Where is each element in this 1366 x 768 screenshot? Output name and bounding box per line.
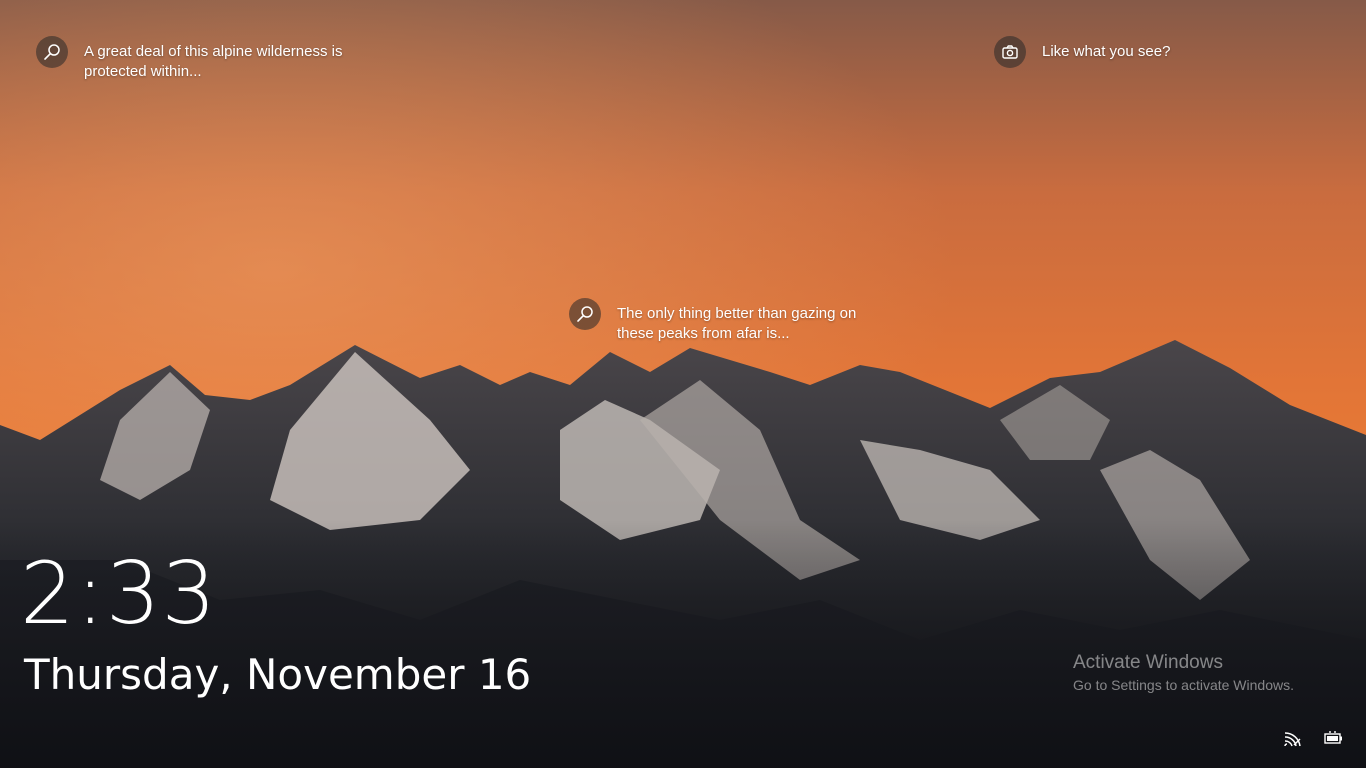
network-icon[interactable] <box>1282 728 1304 750</box>
watermark-title: Activate Windows <box>1073 652 1223 673</box>
search-icon <box>569 298 601 330</box>
hint-text: A great deal of this alpine wilderness i… <box>84 43 343 80</box>
activate-windows-watermark: Activate Windows Go to Settings to activ… <box>1073 651 1294 695</box>
hint-text: The only thing better than gazing on the… <box>617 305 857 342</box>
spotlight-hint-top-left[interactable]: A great deal of this alpine wilderness i… <box>36 36 374 82</box>
battery-icon[interactable] <box>1322 727 1344 749</box>
spotlight-like-prompt[interactable]: Like what you see? <box>994 36 1170 68</box>
lock-screen-date: Thursday, November 16 <box>24 650 532 699</box>
spotlight-hint-center[interactable]: The only thing better than gazing on the… <box>569 298 887 344</box>
hint-text: Like what you see? <box>1042 43 1171 60</box>
camera-icon <box>994 36 1026 68</box>
search-icon <box>36 36 68 68</box>
watermark-subtitle: Go to Settings to activate Windows. <box>1073 677 1294 693</box>
lock-screen-time: 2:33 <box>20 544 218 644</box>
